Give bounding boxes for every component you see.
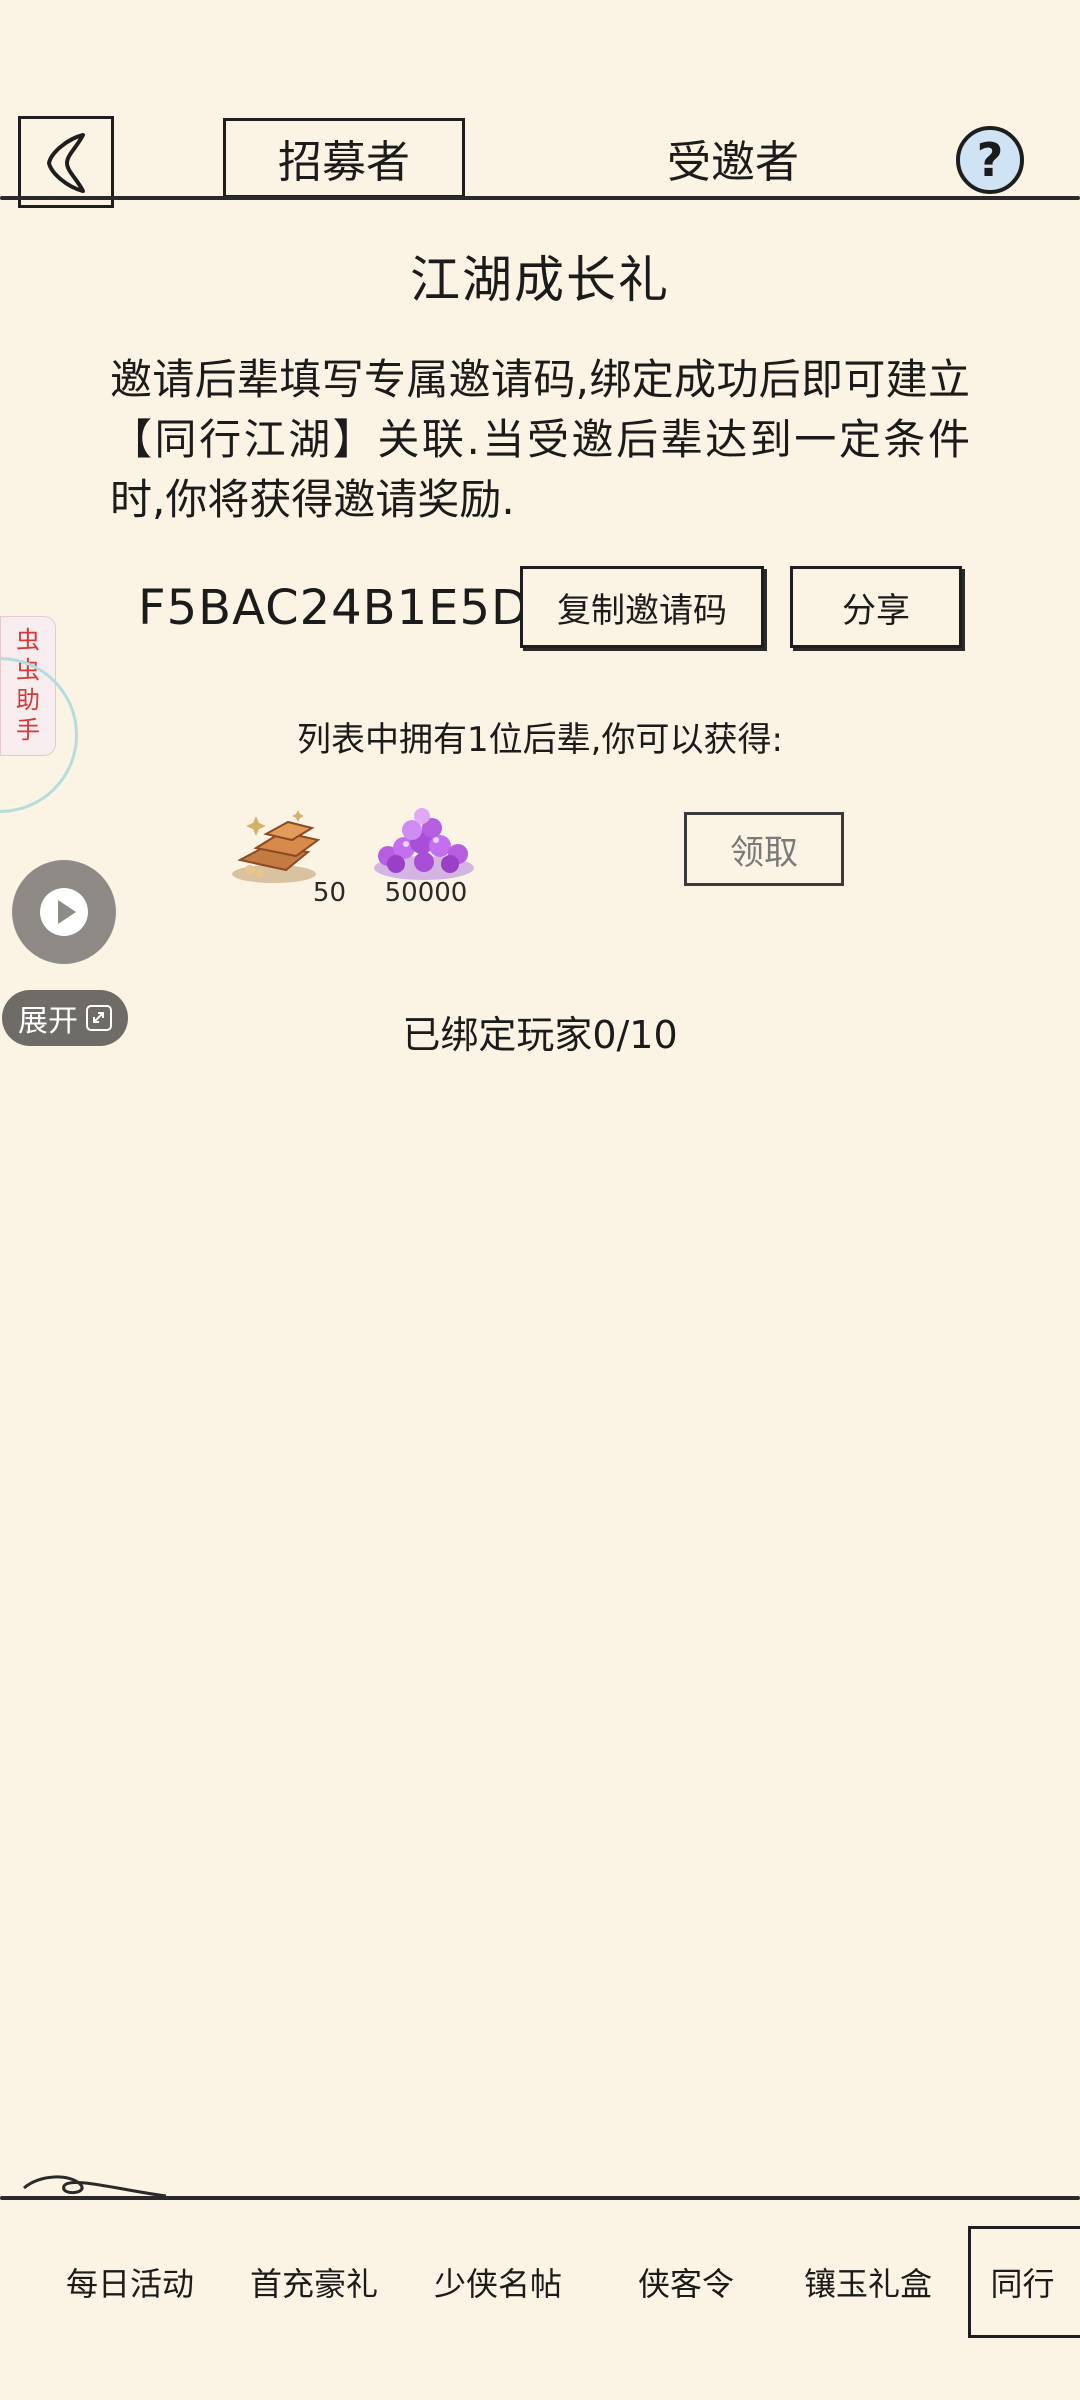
back-arrow-icon — [47, 133, 85, 193]
share-label: 分享 — [842, 590, 910, 631]
tab-invitee-label: 受邀者 — [667, 137, 799, 188]
copy-invite-code-button[interactable]: 复制邀请码 — [520, 566, 764, 648]
tab-hero-pass-label: 侠客令 — [637, 2265, 734, 2303]
tab-first-recharge-label: 首充豪礼 — [249, 2265, 378, 2303]
copy-invite-code-label: 复制邀请码 — [557, 590, 727, 631]
tab-hero-card[interactable]: 少侠名帖 — [420, 2252, 576, 2316]
reward-item-gold[interactable]: 50 — [226, 808, 346, 908]
bottom-divider — [0, 2196, 1080, 2200]
helper-badge[interactable]: 虫虫助手 — [0, 616, 78, 813]
helper-label: 虫虫助手 — [16, 626, 40, 744]
tab-first-recharge[interactable]: 首充豪礼 — [236, 2252, 392, 2316]
expand-icon — [86, 1005, 112, 1031]
purple-gems-icon — [374, 808, 474, 880]
tab-invitee[interactable]: 受邀者 — [612, 118, 854, 198]
reward-gems-quantity: 50000 — [384, 878, 468, 908]
claim-label: 领取 — [730, 832, 798, 873]
header-divider — [0, 196, 1080, 200]
play-icon — [40, 888, 88, 936]
tab-together[interactable]: 同行 — [968, 2226, 1080, 2338]
tab-jade-giftbox-label: 镶玉礼盒 — [803, 2265, 932, 2303]
panel-title: 江湖成长礼 — [410, 251, 670, 309]
reward-gold-quantity: 50 — [312, 878, 346, 908]
claim-button[interactable]: 领取 — [684, 812, 844, 886]
gold-ingots-icon — [232, 810, 321, 883]
tab-daily-activity[interactable]: 每日活动 — [52, 2252, 208, 2316]
tab-jade-giftbox[interactable]: 镶玉礼盒 — [790, 2252, 946, 2316]
tab-hero-card-label: 少侠名帖 — [433, 2265, 562, 2303]
expand-label: 展开 — [18, 1004, 78, 1039]
tab-daily-activity-label: 每日活动 — [65, 2265, 194, 2303]
share-button[interactable]: 分享 — [790, 566, 962, 648]
invite-code: F5BAC24B1E5D — [138, 580, 529, 636]
invite-description: 邀请后辈填写专属邀请码,绑定成功后即可建立【同行江湖】关联.当受邀后辈达到一定条… — [110, 355, 970, 524]
reward-item-gems[interactable]: 50000 — [366, 808, 486, 908]
expand-button[interactable]: 展开 — [2, 990, 128, 1046]
status-strip — [0, 0, 1080, 88]
bound-players-status: 已绑定玩家0/10 — [402, 1013, 678, 1057]
tab-recruiter-label: 招募者 — [278, 137, 410, 188]
back-button[interactable] — [18, 116, 114, 208]
play-button[interactable] — [12, 860, 116, 964]
tab-hero-pass[interactable]: 侠客令 — [608, 2252, 764, 2316]
help-button[interactable]: ? — [956, 126, 1024, 194]
tab-recruiter[interactable]: 招募者 — [223, 118, 465, 198]
tab-together-label: 同行 — [990, 2265, 1055, 2303]
reward-caption: 列表中拥有1位后辈,你可以获得: — [297, 720, 783, 760]
question-mark-icon: ? — [976, 133, 1004, 187]
